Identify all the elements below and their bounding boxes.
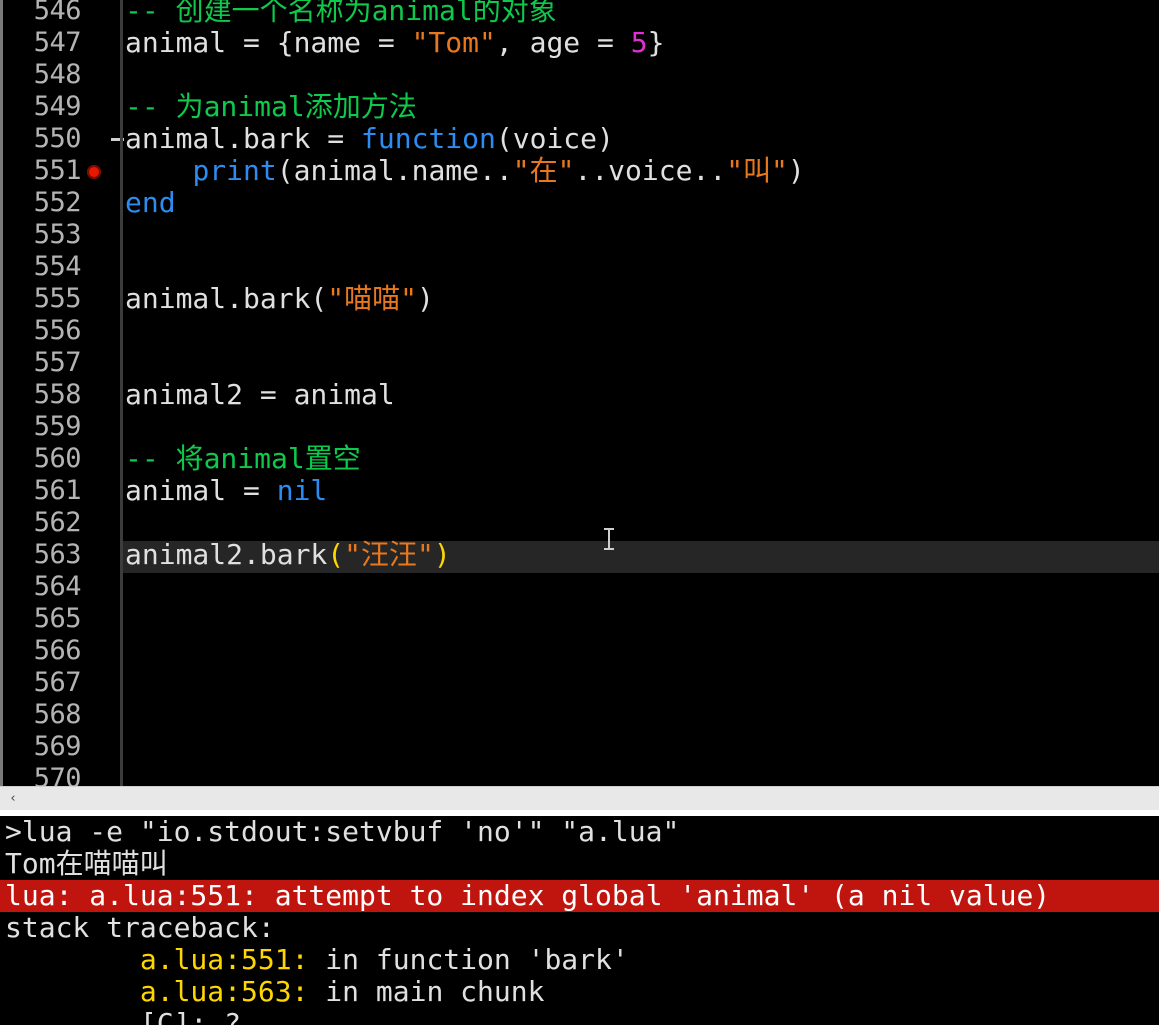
output-traceback-line[interactable]: a.lua:563: in main chunk (5, 975, 545, 1008)
line-number: 565 (33, 603, 82, 634)
breakpoint-marker[interactable] (87, 165, 101, 179)
brace-match: ) (433, 538, 451, 571)
gutter-separator (120, 0, 123, 786)
line-number: 551 (33, 155, 82, 186)
traceback-location[interactable]: a.lua:563: (140, 975, 309, 1008)
string-literal: "叫" (726, 154, 788, 187)
line-number: 567 (33, 667, 82, 698)
code-text: animal2.bark (125, 538, 328, 571)
line-number: 557 (33, 347, 82, 378)
code-text: animal.bark = (125, 122, 362, 155)
line-number: 561 (33, 475, 82, 506)
output-print-result: Tom在喵喵叫 (5, 847, 168, 880)
line-number: 558 (33, 379, 82, 410)
code-text: (voice) (495, 122, 614, 155)
output-traceback-line: [C]: ? (5, 1008, 241, 1025)
output-traceback-line[interactable]: a.lua:551: in function 'bark' (5, 944, 629, 976)
ibeam-cursor-icon (603, 528, 615, 550)
keyword: nil (276, 474, 328, 507)
traceback-location[interactable]: a.lua:551: (140, 943, 309, 976)
line-number: 546 (33, 0, 82, 26)
scroll-left-arrow-icon[interactable]: ‹ (4, 790, 22, 808)
line-number: 548 (33, 59, 82, 90)
line-number: 554 (33, 251, 82, 282)
code-text: ) (787, 154, 805, 187)
code-line-550[interactable]: animal.bark = function(voice) (125, 123, 614, 155)
line-number: 566 (33, 635, 82, 666)
line-number: 569 (33, 731, 82, 762)
code-text: ) (417, 282, 434, 315)
line-number: 568 (33, 699, 82, 730)
traceback-message: in main chunk (308, 975, 545, 1008)
line-number: 563 (33, 539, 82, 570)
traceback-c-frame: [C]: ? (139, 1007, 242, 1025)
line-number: 564 (33, 571, 82, 602)
line-number: 549 (33, 91, 82, 122)
code-text: animal.bark( (125, 282, 328, 315)
string-literal: "在" (512, 154, 575, 187)
output-traceback-header: stack traceback: (5, 911, 275, 944)
line-number: 562 (33, 507, 82, 538)
code-text: animal = {name = (125, 26, 412, 59)
output-command: >lua -e "io.stdout:setvbuf 'no'" "a.lua" (5, 816, 680, 848)
line-number-gutter[interactable]: 546 547 548 549 550 551 552 553 554 555 … (0, 0, 124, 786)
string-literal: "Tom" (411, 26, 496, 59)
keyword: function (361, 122, 496, 155)
code-line-552[interactable]: end (125, 187, 176, 219)
code-line-551[interactable]: print(animal.name.."在"..voice.."叫") (125, 154, 805, 187)
code-text: } (647, 26, 665, 59)
comment: -- 将animal置空 (125, 442, 361, 475)
string-literal: "喵喵" (327, 282, 418, 315)
string-literal: "汪汪" (344, 538, 434, 571)
code-line-561[interactable]: animal = nil (125, 475, 327, 507)
line-number: 547 (33, 27, 82, 58)
code-line-549[interactable]: -- 为animal添加方法 (125, 91, 417, 123)
horizontal-scrollbar[interactable]: ‹ (0, 786, 1159, 810)
line-number: 570 (33, 763, 82, 786)
line-number: 559 (33, 411, 82, 442)
output-error[interactable]: lua: a.lua:551: attempt to index global … (5, 880, 1050, 912)
line-number: 553 (33, 219, 82, 250)
brace-match: ( (327, 538, 345, 571)
comment: -- 创建一个名称为animal的对象 (125, 0, 557, 27)
output-pane[interactable]: >lua -e "io.stdout:setvbuf 'no'" "a.lua"… (0, 816, 1159, 1025)
line-number: 550 (33, 123, 82, 154)
code-text: ..voice.. (574, 154, 727, 187)
code-text: (animal.name.. (276, 154, 513, 187)
code-line-560[interactable]: -- 将animal置空 (125, 443, 361, 475)
code-editor[interactable]: 546 547 548 549 550 551 552 553 554 555 … (0, 0, 1159, 786)
number-literal: 5 (630, 26, 648, 59)
line-number: 560 (33, 443, 82, 474)
code-text: animal2 = animal (125, 378, 395, 411)
code-line-563[interactable]: animal2.bark("汪汪") (125, 539, 451, 571)
code-text: animal = (125, 474, 277, 507)
line-number: 555 (33, 283, 82, 314)
line-number: 556 (33, 315, 82, 346)
code-line-547[interactable]: animal = {name = "Tom", age = 5} (125, 27, 664, 59)
code-line-558[interactable]: animal2 = animal (125, 379, 395, 411)
code-line-555[interactable]: animal.bark("喵喵") (125, 283, 434, 315)
code-text: , age = (495, 26, 631, 59)
code-line-546[interactable]: -- 创建一个名称为animal的对象 (125, 0, 557, 27)
keyword: end (125, 186, 176, 219)
traceback-message: in function 'bark' (308, 943, 629, 976)
line-number: 552 (33, 187, 82, 218)
comment: -- 为animal添加方法 (125, 90, 417, 123)
keyword: print (192, 154, 277, 187)
